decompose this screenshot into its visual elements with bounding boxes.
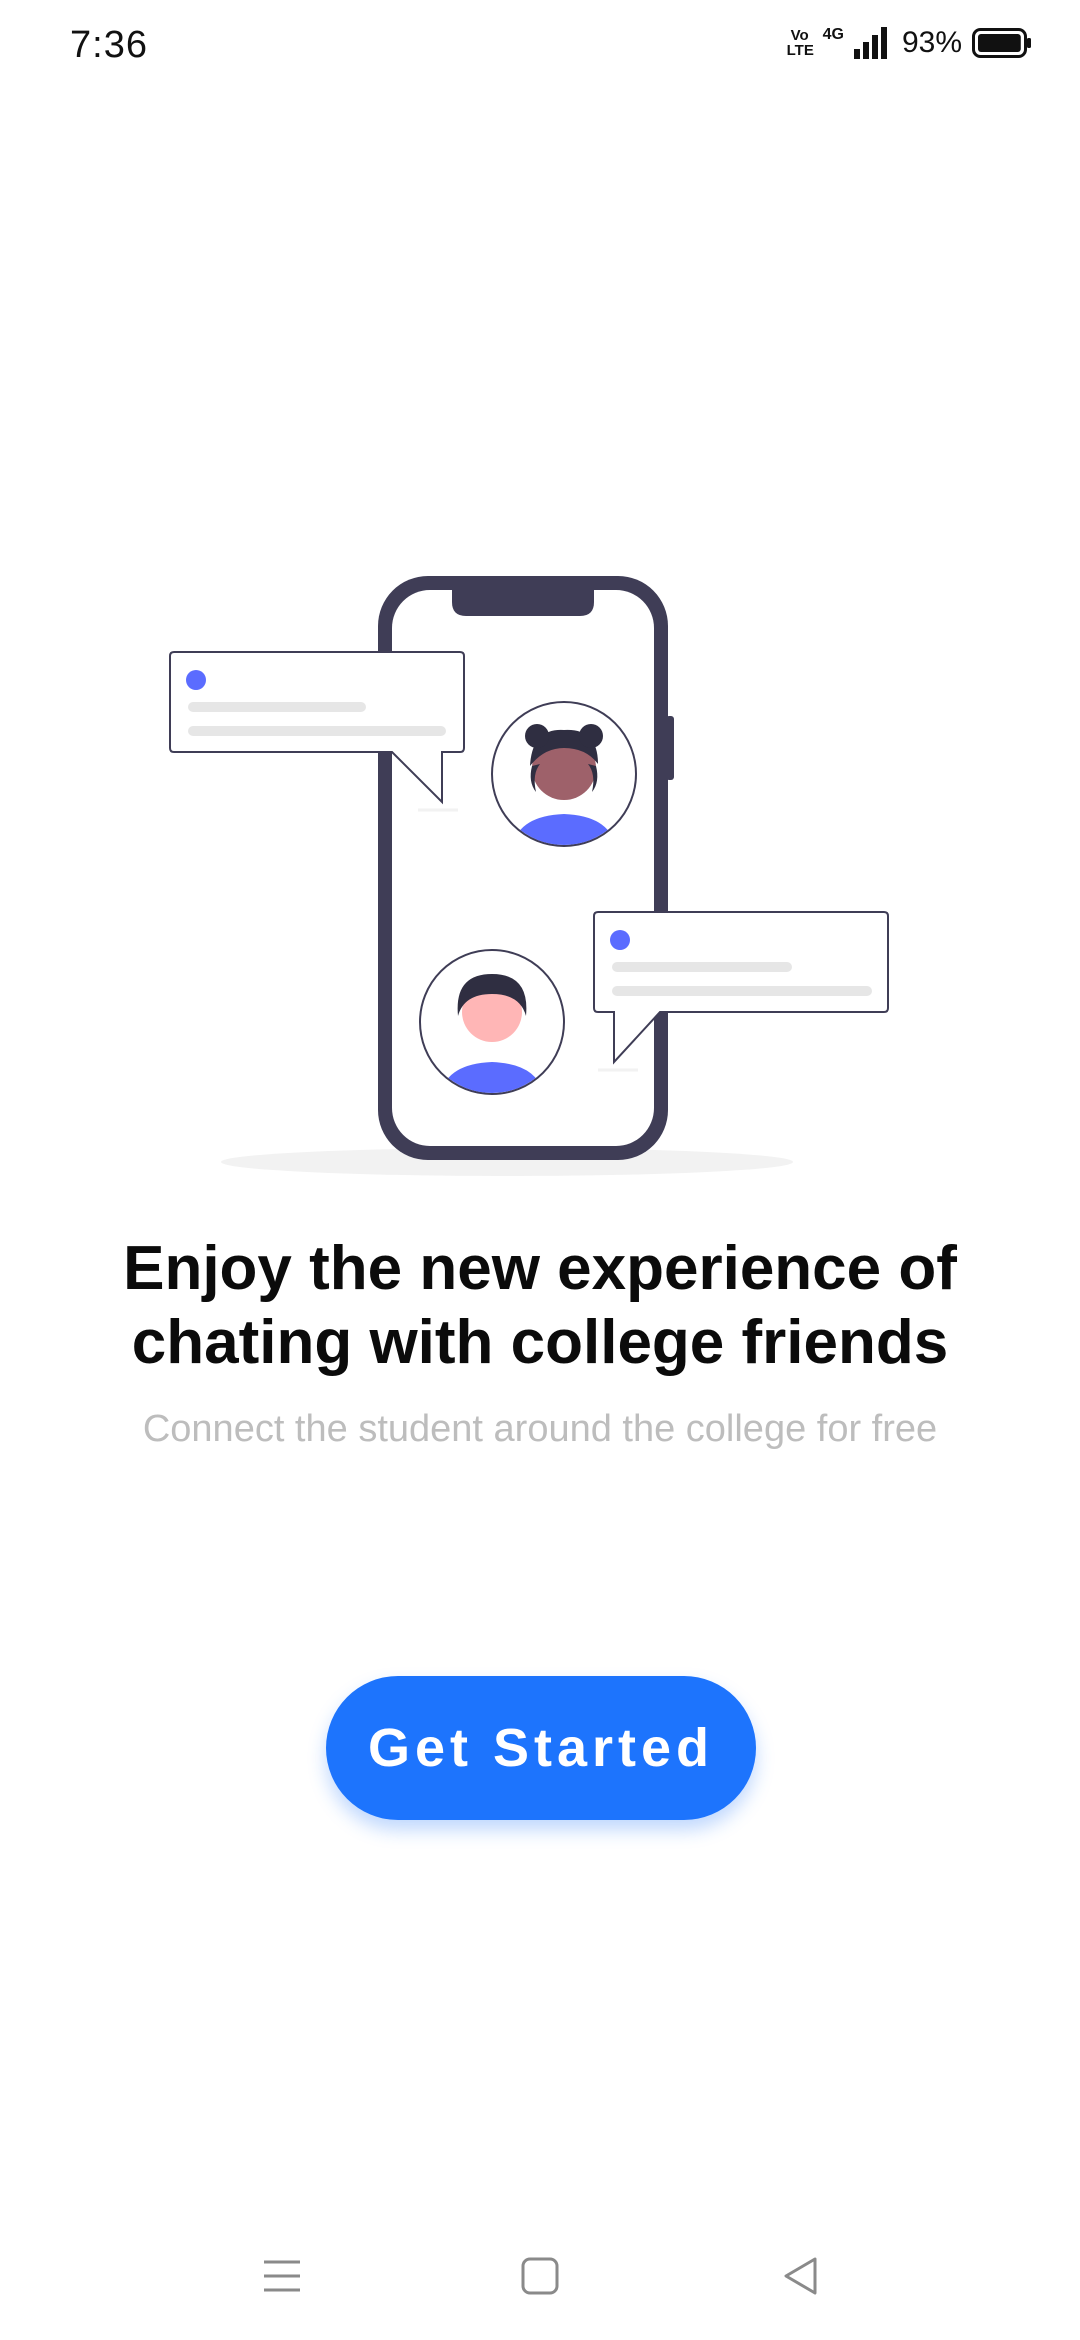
signal-icon <box>853 27 887 59</box>
onboarding-subtitle: Connect the student around the college f… <box>142 1408 938 1450</box>
headline-line-2: chating with college friends <box>131 1308 949 1377</box>
home-button[interactable] <box>510 2246 570 2306</box>
menu-button[interactable] <box>252 2246 312 2306</box>
onboarding-screen: 7:36 Vo LTE 4G 93% Enjoy the new experie… <box>0 0 1080 2340</box>
back-icon <box>784 2257 817 2295</box>
home-icon <box>521 2257 559 2295</box>
status-icons: Vo LTE 4G 93% <box>787 26 1032 60</box>
system-navigation-bar <box>0 2230 1080 2320</box>
status-time: 7:36 <box>70 24 148 66</box>
phone-chat-illustration <box>169 576 889 1176</box>
battery-icon <box>972 28 1031 58</box>
menu-icon <box>264 2260 300 2292</box>
volte-top-label: Vo <box>790 27 809 44</box>
onboarding-headline: Enjoy the new experience of chating with… <box>0 1232 1080 1380</box>
back-button[interactable] <box>770 2246 830 2306</box>
headline-line-1: Enjoy the new experience of <box>123 1234 957 1303</box>
get-started-button[interactable]: Get Started <box>326 1676 756 1820</box>
volte-icon: Vo LTE <box>786 27 814 59</box>
battery-percent: 93% <box>901 26 962 59</box>
status-bar: 7:36 Vo LTE 4G 93% <box>0 0 1080 96</box>
volte-bottom-label: LTE <box>786 42 814 59</box>
network-type: 4G <box>822 26 844 43</box>
